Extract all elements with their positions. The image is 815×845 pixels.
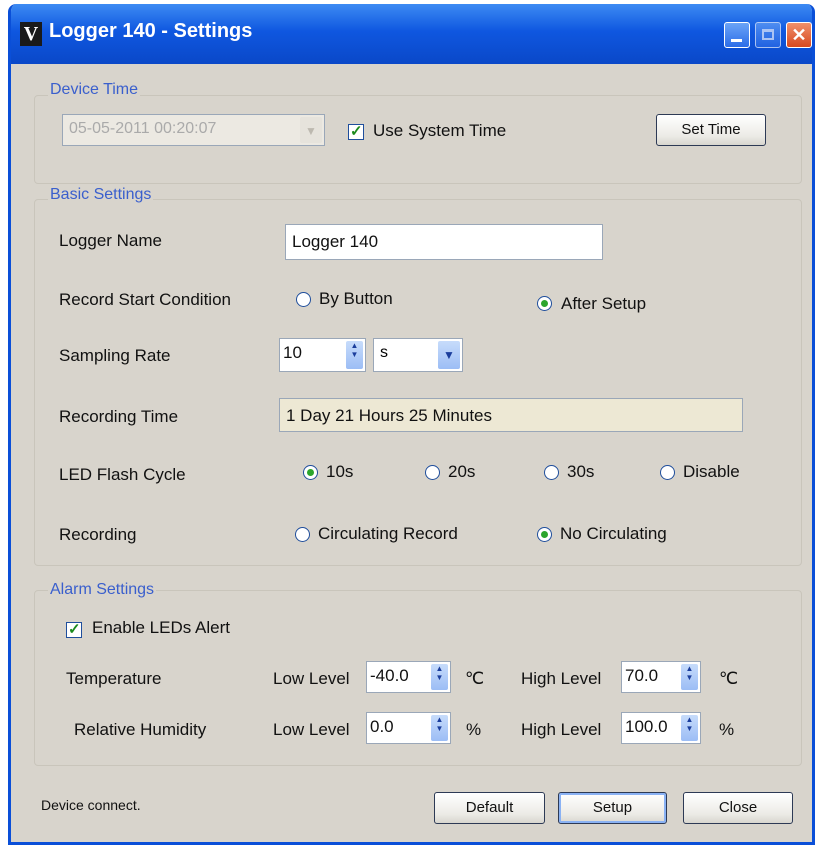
default-button[interactable]: Default — [434, 792, 545, 824]
humidity-low-label: Low Level — [273, 720, 350, 739]
logger-name-label: Logger Name — [59, 231, 163, 250]
led-disable-radio[interactable] — [660, 465, 675, 480]
temp-high-value: 70.0 — [625, 666, 659, 685]
spin-arrows-icon[interactable]: ▲ ▼ — [431, 715, 448, 741]
temp-high-unit: ℃ — [719, 669, 739, 688]
temperature-label: Temperature — [66, 669, 162, 688]
start-after-setup-label[interactable]: After Setup — [561, 294, 646, 314]
temp-high-spinner[interactable]: 70.0 ▲ ▼ — [621, 661, 701, 693]
humidity-high-label: High Level — [521, 720, 602, 739]
sampling-rate-value: 10 — [283, 343, 302, 362]
temp-low-unit: ℃ — [465, 669, 485, 688]
led-10s-radio[interactable] — [303, 465, 318, 480]
led-30s-radio[interactable] — [544, 465, 559, 480]
spin-arrows-icon[interactable]: ▲ ▼ — [346, 341, 363, 369]
temp-low-spinner[interactable]: -40.0 ▲ ▼ — [366, 661, 451, 693]
sampling-rate-spinner[interactable]: 10 ▲ ▼ — [279, 338, 366, 372]
temp-low-label: Low Level — [273, 669, 350, 688]
use-system-time-checkbox[interactable]: ✓ — [348, 123, 364, 140]
temp-high-label: High Level — [521, 669, 602, 688]
no-circulating-label[interactable]: No Circulating — [560, 524, 667, 544]
humidity-high-spinner[interactable]: 100.0 ▲ ▼ — [621, 712, 701, 744]
recording-mode-label: Recording — [59, 525, 137, 544]
settings-window: V Logger 140 - Settings ✕ Device Time 05… — [8, 4, 815, 845]
alarm-settings-title: Alarm Settings — [48, 581, 157, 599]
spin-arrows-icon[interactable]: ▲ ▼ — [681, 715, 698, 741]
device-datetime-value: 05-05-2011 00:20:07 — [69, 120, 217, 137]
sampling-unit-select[interactable]: s ▼ — [373, 338, 463, 372]
sampling-rate-label: Sampling Rate — [59, 346, 171, 365]
chevron-down-icon: ▼ — [438, 341, 460, 369]
start-after-setup-radio[interactable] — [537, 296, 552, 311]
device-time-title: Device Time — [48, 81, 141, 99]
close-window-button[interactable]: ✕ — [786, 22, 812, 48]
enable-leds-checkbox[interactable]: ✓ — [66, 621, 82, 638]
spin-arrows-icon[interactable]: ▲ ▼ — [681, 664, 698, 690]
led-disable-label[interactable]: Disable — [683, 462, 740, 482]
led-10s-label[interactable]: 10s — [326, 462, 353, 482]
humidity-low-spinner[interactable]: 0.0 ▲ ▼ — [366, 712, 451, 744]
use-system-time-label[interactable]: Use System Time — [373, 121, 506, 141]
maximize-icon — [762, 29, 774, 40]
led-20s-label[interactable]: 20s — [448, 462, 475, 482]
circulating-record-radio[interactable] — [295, 527, 310, 542]
record-start-label: Record Start Condition — [59, 290, 231, 309]
sampling-unit-value: s — [380, 344, 388, 361]
logger-name-input[interactable]: Logger 140 — [285, 224, 603, 260]
spin-arrows-icon[interactable]: ▲ ▼ — [431, 664, 448, 690]
minimize-button[interactable] — [724, 22, 750, 48]
set-time-button[interactable]: Set Time — [656, 114, 766, 146]
led-30s-label[interactable]: 30s — [567, 462, 594, 482]
led-flash-label: LED Flash Cycle — [59, 465, 186, 484]
humidity-high-unit: % — [719, 720, 735, 739]
enable-leds-label[interactable]: Enable LEDs Alert — [92, 618, 230, 638]
humidity-label: Relative Humidity — [74, 720, 207, 739]
humidity-low-unit: % — [466, 720, 482, 739]
recording-time-value: 1 Day 21 Hours 25 Minutes — [286, 406, 492, 425]
start-by-button-label[interactable]: By Button — [319, 289, 393, 309]
no-circulating-radio[interactable] — [537, 527, 552, 542]
start-by-button-radio[interactable] — [296, 292, 311, 307]
basic-settings-title: Basic Settings — [48, 186, 154, 204]
device-status-text: Device connect. — [41, 797, 141, 813]
checkmark-icon: ✓ — [68, 621, 81, 638]
checkmark-icon: ✓ — [350, 123, 363, 140]
circulating-record-label[interactable]: Circulating Record — [318, 524, 458, 544]
humidity-high-value: 100.0 — [625, 717, 668, 736]
app-icon: V — [20, 22, 42, 46]
setup-button[interactable]: Setup — [558, 792, 667, 824]
temp-low-value: -40.0 — [370, 666, 409, 685]
recording-time-label: Recording Time — [59, 407, 179, 426]
title-bar[interactable]: V Logger 140 - Settings ✕ — [11, 4, 812, 64]
recording-time-field: 1 Day 21 Hours 25 Minutes — [279, 398, 743, 432]
close-button[interactable]: Close — [683, 792, 793, 824]
logger-name-value: Logger 140 — [292, 232, 379, 251]
minimize-icon — [731, 39, 742, 42]
led-20s-radio[interactable] — [425, 465, 440, 480]
device-datetime-picker[interactable]: 05-05-2011 00:20:07 ▼ — [62, 114, 325, 146]
close-icon: ✕ — [791, 25, 807, 45]
humidity-low-value: 0.0 — [370, 717, 394, 736]
maximize-button[interactable] — [755, 22, 781, 48]
window-title: Logger 140 - Settings — [49, 20, 253, 42]
chevron-down-icon: ▼ — [300, 117, 322, 143]
